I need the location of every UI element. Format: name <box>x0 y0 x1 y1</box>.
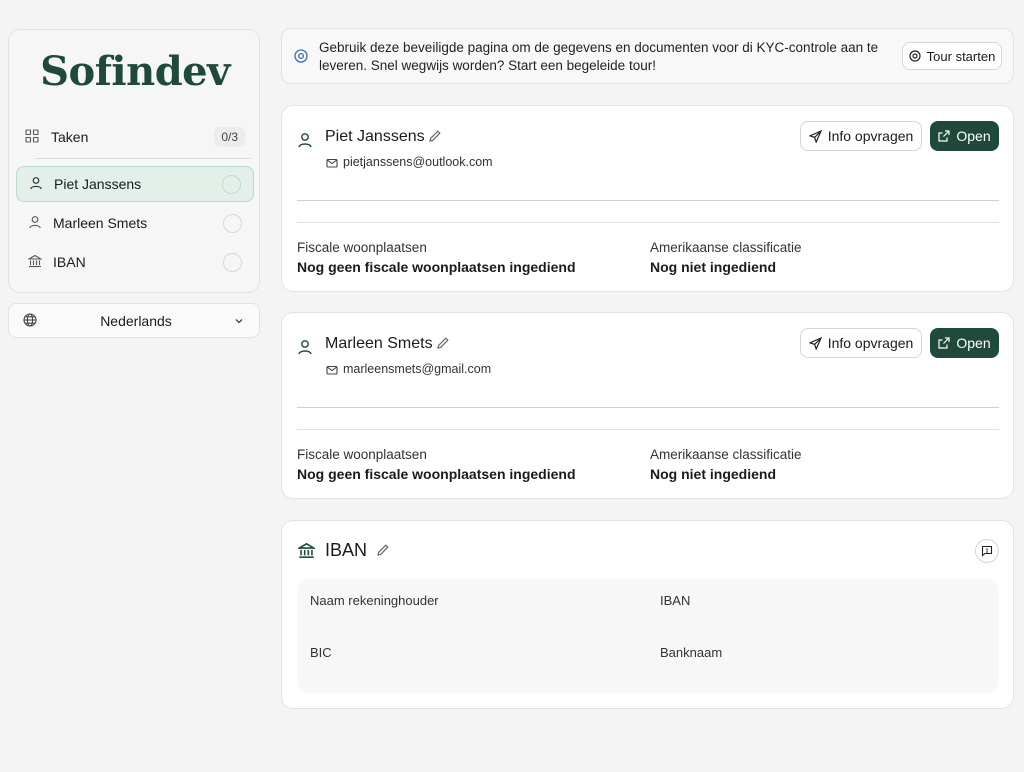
iban-label: IBAN <box>660 593 691 608</box>
account-holder-label: Naam rekeninghouder <box>310 593 439 608</box>
us-classification-label: Amerikaanse classificatie <box>650 447 802 462</box>
status-circle <box>222 174 241 194</box>
chevron-down-icon <box>233 315 245 327</box>
info-request-label: Info opvragen <box>827 335 914 351</box>
person-email: marleensmets@gmail.com <box>343 362 492 376</box>
tasks-count-badge: 0/3 <box>214 127 245 147</box>
sidebar-item-label: IBAN <box>53 254 86 270</box>
info-request-label: Info opvragen <box>827 128 914 144</box>
status-circle <box>223 213 242 233</box>
person-name: Marleen Smets <box>325 335 433 352</box>
comment-button[interactable] <box>975 539 999 563</box>
sidebar-divider <box>35 158 251 159</box>
user-icon <box>29 176 45 192</box>
external-link-icon <box>938 130 950 142</box>
sidebar-item-label: Piet Janssens <box>54 176 142 192</box>
card-divider <box>297 222 999 223</box>
tour-start-label: Tour starten <box>926 48 996 64</box>
us-classification-value: Nog niet ingediend <box>650 259 776 275</box>
sidebar-item-label: Marleen Smets <box>53 215 148 231</box>
target-icon <box>909 50 921 62</box>
tour-start-button[interactable]: Tour starten <box>902 42 1002 70</box>
language-label: Nederlands <box>100 312 172 329</box>
bank-icon <box>28 254 44 270</box>
bank-name-label: Banknaam <box>660 645 723 660</box>
person-name: Piet Janssens <box>325 128 425 145</box>
fiscal-residences-value: Nog geen fiscale woonplaatsen ingediend <box>297 466 576 482</box>
user-icon <box>297 339 315 357</box>
compass-icon <box>294 49 310 65</box>
send-icon <box>808 129 822 143</box>
sidebar-item-piet-janssens[interactable]: Piet Janssens <box>16 166 254 202</box>
edit-pencil-icon[interactable] <box>428 129 444 145</box>
card-divider <box>297 200 999 201</box>
open-label: Open <box>956 128 991 144</box>
info-request-button[interactable]: Info opvragen <box>800 121 922 151</box>
tasks-header: Taken 0/3 <box>25 125 245 149</box>
fiscal-residences-value: Nog geen fiscale woonplaatsen ingediend <box>297 259 576 275</box>
person-card-piet-janssens: Piet Janssens pietjanssens@outlook.com I… <box>281 105 1014 292</box>
edit-pencil-icon[interactable] <box>436 336 452 352</box>
iban-title: IBAN <box>325 540 368 560</box>
open-button[interactable]: Open <box>930 328 999 358</box>
card-divider <box>297 429 999 430</box>
sidebar: Sofindev Taken 0/3 Piet Janssens Marleen… <box>8 29 260 293</box>
info-banner: Gebruik deze beveiligde pagina om de geg… <box>281 28 1014 84</box>
brand-logo: Sofindev <box>40 48 230 95</box>
grid-icon <box>25 129 41 145</box>
globe-icon <box>23 312 39 329</box>
mail-icon <box>326 157 339 170</box>
send-icon <box>808 336 822 350</box>
open-label: Open <box>956 335 991 351</box>
language-select[interactable]: Nederlands <box>8 303 260 338</box>
bank-icon <box>298 542 316 560</box>
banner-text: Gebruik deze beveiligde pagina om de geg… <box>319 40 879 73</box>
iban-card: IBAN Naam rekeninghouder IBAN BIC Bankna… <box>281 520 1014 709</box>
person-card-marleen-smets: Marleen Smets marleensmets@gmail.com Inf… <box>281 312 1014 499</box>
mail-icon <box>326 364 339 377</box>
tasks-label: Taken <box>51 129 89 145</box>
us-classification-label: Amerikaanse classificatie <box>650 240 802 255</box>
kyc-page: Sofindev Taken 0/3 Piet Janssens Marleen… <box>0 0 1024 772</box>
fiscal-residences-label: Fiscale woonplaatsen <box>297 240 427 255</box>
person-email: pietjanssens@outlook.com <box>343 155 493 169</box>
comment-icon <box>981 545 993 557</box>
edit-pencil-icon[interactable] <box>376 543 392 559</box>
bic-label: BIC <box>310 645 332 660</box>
info-request-button[interactable]: Info opvragen <box>800 328 922 358</box>
external-link-icon <box>938 337 950 349</box>
us-classification-value: Nog niet ingediend <box>650 466 776 482</box>
user-icon <box>297 132 315 150</box>
open-button[interactable]: Open <box>930 121 999 151</box>
sidebar-item-marleen-smets[interactable]: Marleen Smets <box>16 205 254 241</box>
status-circle <box>223 252 242 272</box>
user-icon <box>28 215 44 231</box>
card-divider <box>297 407 999 408</box>
iban-details: Naam rekeninghouder IBAN BIC Banknaam <box>297 579 999 693</box>
sidebar-item-iban[interactable]: IBAN <box>16 244 254 280</box>
fiscal-residences-label: Fiscale woonplaatsen <box>297 447 427 462</box>
